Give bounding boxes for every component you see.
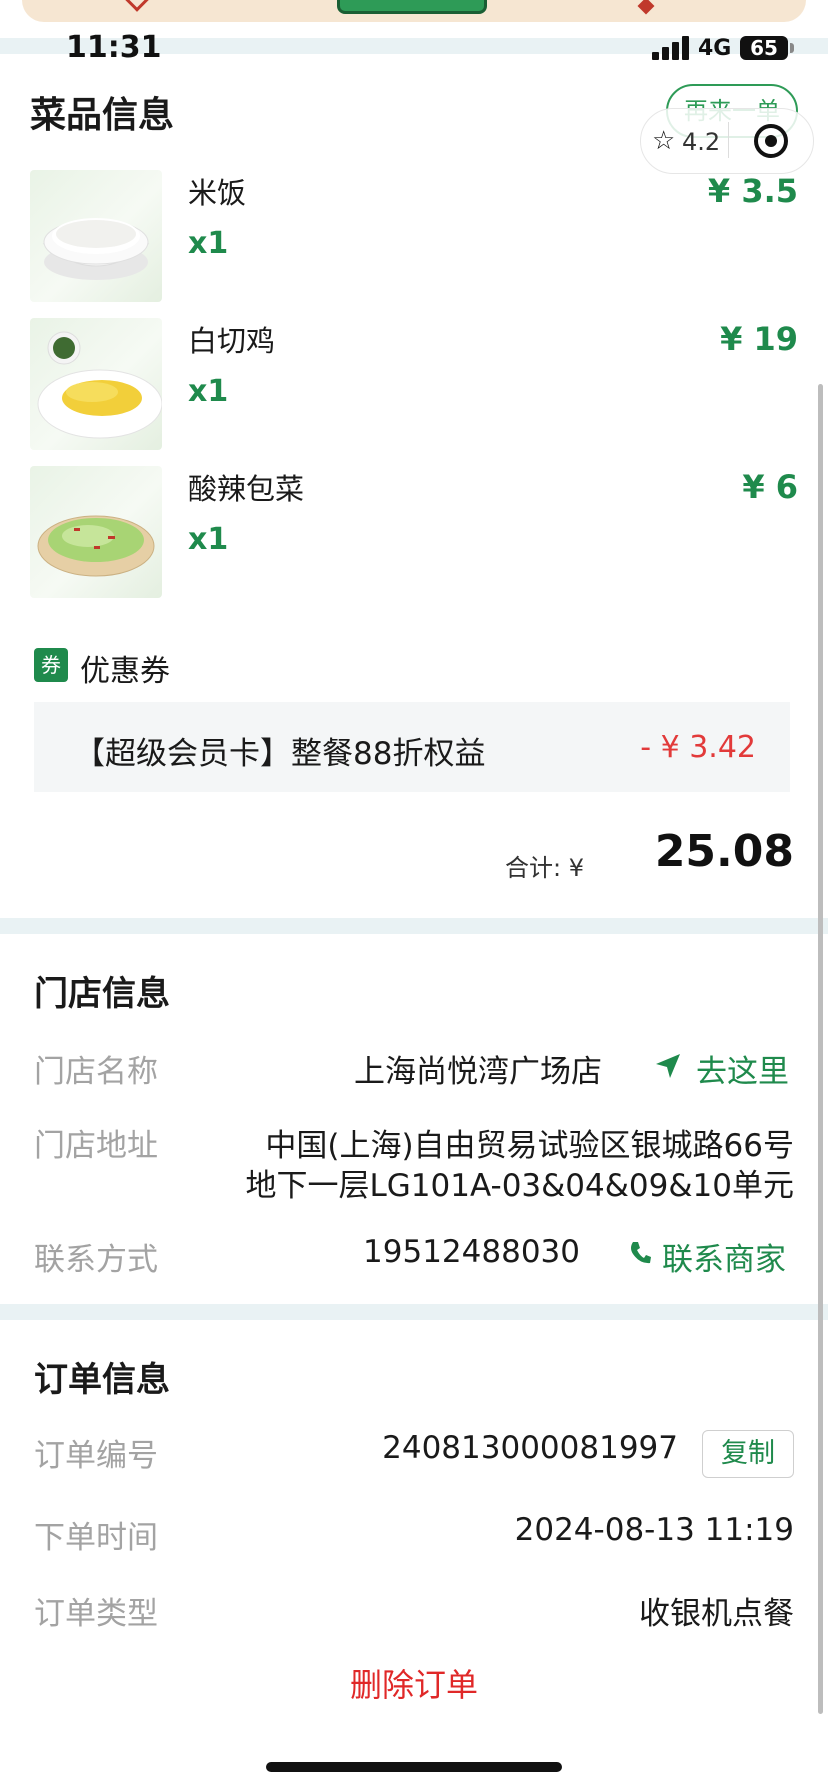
total-amount: 25.08 — [654, 826, 794, 877]
coupon-name: 【超级会员卡】整餐88折权益 — [74, 736, 486, 772]
coupon-icon: 券 — [34, 648, 68, 682]
close-miniprogram-icon[interactable] — [754, 124, 788, 158]
store-phone: 19512488030 — [363, 1234, 580, 1270]
scrollbar[interactable] — [818, 384, 823, 1714]
store-name: 上海尚悦湾广场店 — [354, 1054, 602, 1090]
delete-order-button[interactable]: 删除订单 — [0, 1660, 828, 1706]
order-time-label: 下单时间 — [34, 1520, 158, 1556]
star-icon[interactable]: ☆ — [652, 126, 675, 156]
coupon-discount: - ¥ 3.42 — [640, 730, 756, 765]
dish-name: 米饭 — [188, 176, 247, 210]
order-type: 收银机点餐 — [639, 1596, 794, 1632]
contact-label: 联系方式 — [34, 1242, 158, 1278]
store-info-title: 门店信息 — [34, 974, 170, 1014]
coupon-title: 优惠券 — [80, 654, 170, 689]
contact-merchant-link[interactable]: 联系商家 — [662, 1234, 786, 1279]
order-time: 2024-08-13 11:19 — [514, 1512, 794, 1548]
order-type-label: 订单类型 — [34, 1596, 158, 1632]
order-info-title: 订单信息 — [34, 1360, 170, 1400]
network-label: 4G — [698, 36, 732, 61]
store-address-label: 门店地址 — [34, 1128, 158, 1164]
dish-quantity: x1 — [188, 226, 229, 261]
banner-graphic — [337, 0, 487, 14]
battery-tip — [790, 43, 794, 53]
total-label: 合计: ¥ — [505, 854, 584, 882]
dish-quantity: x1 — [188, 374, 229, 409]
order-number-label: 订单编号 — [34, 1438, 158, 1474]
navigate-icon[interactable] — [654, 1052, 682, 1080]
home-indicator[interactable] — [266, 1762, 562, 1772]
dish-price: ¥ 6 — [742, 468, 798, 506]
capsule-divider — [728, 122, 729, 158]
store-address-line2: 地下一层LG101A-03&04&09&10单元 — [245, 1168, 794, 1204]
dishes-title: 菜品信息 — [30, 95, 175, 136]
dish-price: ¥ 19 — [720, 320, 798, 358]
order-number: 240813000081997 — [382, 1430, 678, 1466]
dish-name: 白切鸡 — [188, 324, 276, 358]
dish-name: 酸辣包菜 — [188, 472, 305, 506]
battery-icon: 65 — [740, 36, 788, 60]
dish-image-chicken — [30, 318, 162, 450]
store-name-label: 门店名称 — [34, 1054, 158, 1090]
section-divider — [0, 918, 828, 934]
navigate-link[interactable]: 去这里 — [696, 1046, 789, 1091]
dish-quantity: x1 — [188, 522, 229, 557]
signal-icon — [652, 36, 690, 60]
copy-button[interactable]: 复制 — [702, 1430, 794, 1478]
phone-icon[interactable] — [628, 1240, 652, 1266]
dish-price: ¥ 3.5 — [707, 172, 798, 210]
store-address-line1: 中国(上海)自由贸易试验区银城路66号 — [265, 1128, 794, 1164]
dish-image-cabbage — [30, 466, 162, 598]
status-time: 11:31 — [66, 30, 162, 65]
section-divider — [0, 1304, 828, 1320]
dish-image-rice — [30, 170, 162, 302]
rating-value: 4.2 — [682, 128, 721, 156]
